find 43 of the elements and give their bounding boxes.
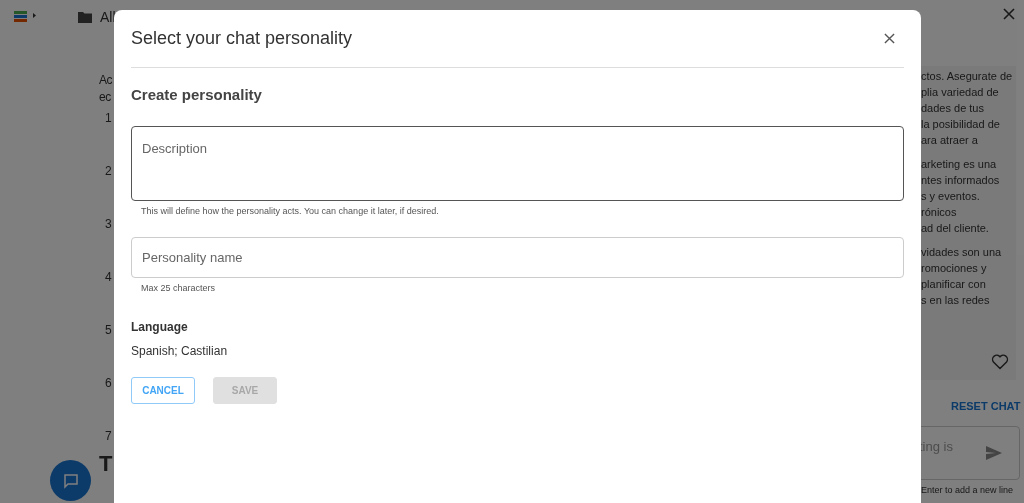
close-icon[interactable]: [1003, 8, 1015, 20]
chat-fab[interactable]: [50, 460, 91, 501]
section-title: Create personality: [131, 85, 263, 105]
list-number: 3: [105, 216, 112, 233]
message-text: plia variedad de: [921, 85, 1000, 100]
helper-text: This will define how the personality acts. You can change it later, if desired.: [141, 204, 440, 218]
logo-icon[interactable]: [14, 11, 38, 23]
message-text: ctos. Asegurate de: [921, 69, 1014, 84]
message-text: dades de tus: [921, 101, 985, 116]
message-text: vidades son una: [921, 245, 1003, 260]
close-icon[interactable]: [884, 33, 895, 44]
description-field[interactable]: Description: [131, 125, 904, 201]
heading-text: T: [99, 455, 112, 472]
input-hint: Enter to add a new line: [921, 484, 1014, 497]
list-number: 6: [105, 375, 112, 392]
cancel-button[interactable]: CANCEL: [131, 376, 195, 404]
chat-icon: [62, 472, 79, 489]
helper-text: Max 25 characters: [141, 282, 217, 295]
message-text: romociones y: [921, 261, 988, 276]
message-text: ad del cliente.: [921, 221, 990, 236]
language-label: Language: [131, 318, 189, 336]
message-text: planificar con: [921, 277, 987, 292]
message-text: s y eventos.: [921, 189, 981, 204]
language-value: Spanish; Castilian: [131, 342, 229, 360]
text-line: ec: [99, 89, 112, 106]
reset-chat-button[interactable]: RESET CHAT: [948, 396, 1024, 417]
message-text: ntes informados: [921, 173, 1001, 188]
heart-icon[interactable]: [991, 354, 1009, 370]
name-field[interactable]: Personality name: [131, 237, 904, 278]
message-text: ara atraer a: [921, 133, 979, 148]
list-number: 4: [105, 269, 112, 286]
list-number: 5: [105, 322, 112, 339]
dialog-title: Select your chat personality: [131, 27, 353, 50]
message-text: arketing es una: [921, 157, 998, 172]
text-line: Ac: [99, 72, 112, 89]
folder-icon: [78, 11, 92, 23]
message-text: s en las redes: [921, 293, 991, 308]
send-icon[interactable]: [986, 446, 1002, 460]
list-number: 2: [105, 163, 112, 180]
list-number: 1: [105, 110, 112, 127]
list-number: 7: [105, 428, 112, 445]
message-text: rónicos: [921, 205, 958, 220]
message-text: la posibilidad de: [921, 117, 1001, 132]
